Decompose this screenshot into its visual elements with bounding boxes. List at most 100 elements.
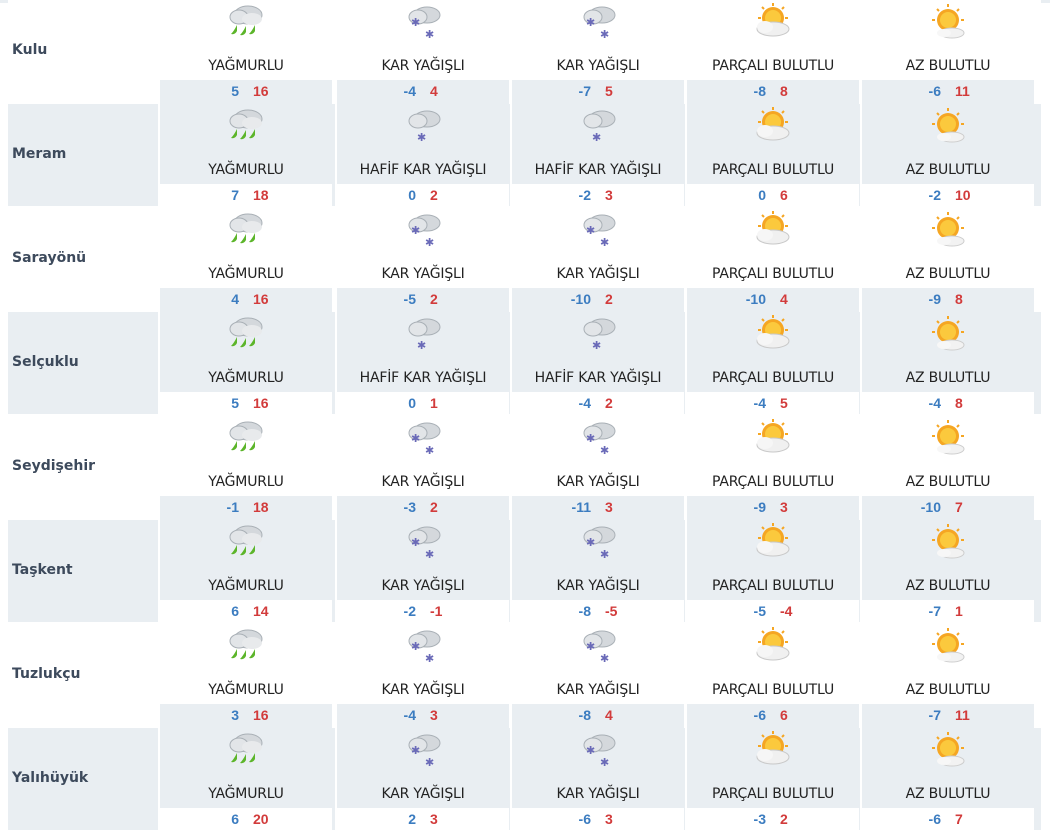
- max-temperature: 8: [955, 395, 963, 411]
- weather-description: YAĞMURLU: [208, 370, 284, 386]
- temperature-band: 4 16: [160, 288, 332, 312]
- temperature-band: -7 1: [862, 600, 1034, 624]
- weather-description: KAR YAĞIŞLI: [556, 474, 640, 490]
- temperature-band: -4 3: [337, 704, 509, 728]
- temperature-band: -10 4: [687, 288, 859, 312]
- district-name[interactable]: Tuzlukçu: [12, 666, 80, 682]
- svg-text:✱: ✱: [586, 432, 595, 445]
- temperature-band: -5 2: [337, 288, 509, 312]
- temperature-band: 06: [687, 184, 859, 208]
- snow-icon: ✱ ✱: [337, 522, 509, 574]
- temperature-range: -7 1: [862, 603, 1034, 619]
- min-temperature: -7: [578, 83, 591, 99]
- temperature-band: -8 4: [512, 704, 684, 728]
- temperature-range: -5 -4: [687, 603, 859, 619]
- forecast-cell: YAĞMURLU 5 16: [158, 0, 332, 104]
- max-temperature: 16: [253, 83, 269, 99]
- min-temperature: -11: [571, 499, 591, 515]
- weather-description: AZ BULUTLU: [905, 474, 991, 490]
- svg-text:✱: ✱: [425, 28, 434, 41]
- weather-description: PARÇALI BULUTLU: [712, 474, 834, 490]
- light-snow-icon: ✱: [512, 314, 684, 366]
- max-temperature: 8: [955, 291, 963, 307]
- svg-text:✱: ✱: [600, 236, 609, 249]
- forecast-cell: PARÇALI BULUTLU -8 8: [685, 0, 859, 104]
- snow-icon: ✱ ✱: [337, 418, 509, 470]
- max-temperature: 16: [253, 707, 269, 723]
- min-temperature: 5: [231, 395, 239, 411]
- district-name[interactable]: Selçuklu: [12, 354, 79, 370]
- weather-description: AZ BULUTLU: [905, 682, 991, 698]
- forecast-cell: YAĞMURLU 6 20: [158, 728, 332, 832]
- min-temperature: -7: [928, 707, 941, 723]
- mostly-sunny-icon: [862, 314, 1034, 366]
- district-name[interactable]: Sarayönü: [12, 250, 86, 266]
- district-name[interactable]: Taşkent: [12, 562, 73, 578]
- temperature-range: -8 -5: [512, 603, 684, 619]
- weather-description: KAR YAĞIŞLI: [556, 786, 640, 802]
- snow-icon: ✱ ✱: [512, 418, 684, 470]
- min-temperature: -7: [928, 603, 941, 619]
- temperature-range: -7 11: [862, 707, 1034, 723]
- temperature-band: 5 16: [160, 80, 332, 104]
- weather-description: KAR YAĞIŞLI: [556, 578, 640, 594]
- partly-cloudy-icon: [687, 522, 859, 574]
- mostly-sunny-icon: [862, 418, 1034, 470]
- forecast-cell: PARÇALI BULUTLU -10 4: [685, 208, 859, 312]
- weather-description: PARÇALI BULUTLU: [712, 162, 834, 178]
- forecast-table: Kulu YAĞMURLU 5 16 ✱ ✱ KAR YAĞIŞLI -4 4 ✱ ✱ …: [8, 0, 1041, 832]
- max-temperature: 3: [605, 811, 613, 827]
- temperature-range: 06: [687, 187, 859, 203]
- district-name[interactable]: Meram: [12, 146, 66, 162]
- svg-text:✱: ✱: [425, 652, 434, 665]
- partly-cloudy-icon: [687, 730, 859, 782]
- max-temperature: 18: [253, 499, 269, 515]
- max-temperature: 8: [780, 83, 788, 99]
- svg-text:✱: ✱: [600, 548, 609, 561]
- mostly-sunny-icon: [862, 626, 1034, 678]
- forecast-cell: ✱ ✱ KAR YAĞIŞLI -8 -5: [510, 520, 684, 624]
- max-temperature: 2: [430, 187, 438, 203]
- svg-text:✱: ✱: [586, 640, 595, 653]
- temperature-band: -7 5: [512, 80, 684, 104]
- min-temperature: -8: [753, 83, 766, 99]
- min-temperature: -5: [753, 603, 766, 619]
- district-name[interactable]: Kulu: [12, 42, 47, 58]
- forecast-cell: ✱ ✱ KAR YAĞIŞLI -10 2: [510, 208, 684, 312]
- snow-icon: ✱ ✱: [512, 522, 684, 574]
- temperature-range: -2 10: [862, 187, 1034, 203]
- temperature-range: -6 6: [687, 707, 859, 723]
- max-temperature: 16: [253, 291, 269, 307]
- svg-text:✱: ✱: [592, 131, 601, 144]
- temperature-band: -8 -5: [512, 600, 684, 624]
- snow-icon: ✱ ✱: [337, 210, 509, 262]
- weather-description: AZ BULUTLU: [905, 266, 991, 282]
- district-name[interactable]: Seydişehir: [12, 458, 95, 474]
- forecast-cell: PARÇALI BULUTLU -4 5: [685, 312, 859, 416]
- mostly-sunny-icon: [862, 106, 1034, 158]
- weather-description: PARÇALI BULUTLU: [712, 266, 834, 282]
- svg-text:✱: ✱: [425, 756, 434, 769]
- forecast-cell: PARÇALI BULUTLU 0 6: [685, 104, 859, 208]
- temperature-band: -2 10: [862, 184, 1034, 208]
- temperature-band: -3 2: [337, 496, 509, 520]
- district-name[interactable]: Yalıhüyük: [12, 770, 88, 786]
- snow-icon: ✱ ✱: [512, 626, 684, 678]
- temperature-range: -10 4: [687, 291, 859, 307]
- max-temperature: 11: [955, 83, 970, 99]
- max-temperature: 5: [605, 83, 613, 99]
- weather-description: AZ BULUTLU: [905, 786, 991, 802]
- svg-text:✱: ✱: [411, 16, 420, 29]
- temperature-band: 02: [337, 184, 509, 208]
- temperature-range: -11 3: [512, 499, 684, 515]
- max-temperature: 3: [605, 187, 613, 203]
- temperature-range: -2 3: [512, 187, 684, 203]
- rain-icon: [160, 210, 332, 262]
- min-temperature: -10: [570, 291, 591, 307]
- svg-text:✱: ✱: [425, 236, 434, 249]
- temperature-range: -9 8: [862, 291, 1034, 307]
- temperature-band: -8 8: [687, 80, 859, 104]
- svg-text:✱: ✱: [586, 536, 595, 549]
- max-temperature: 4: [430, 83, 438, 99]
- temperature-range: 3 16: [160, 707, 332, 723]
